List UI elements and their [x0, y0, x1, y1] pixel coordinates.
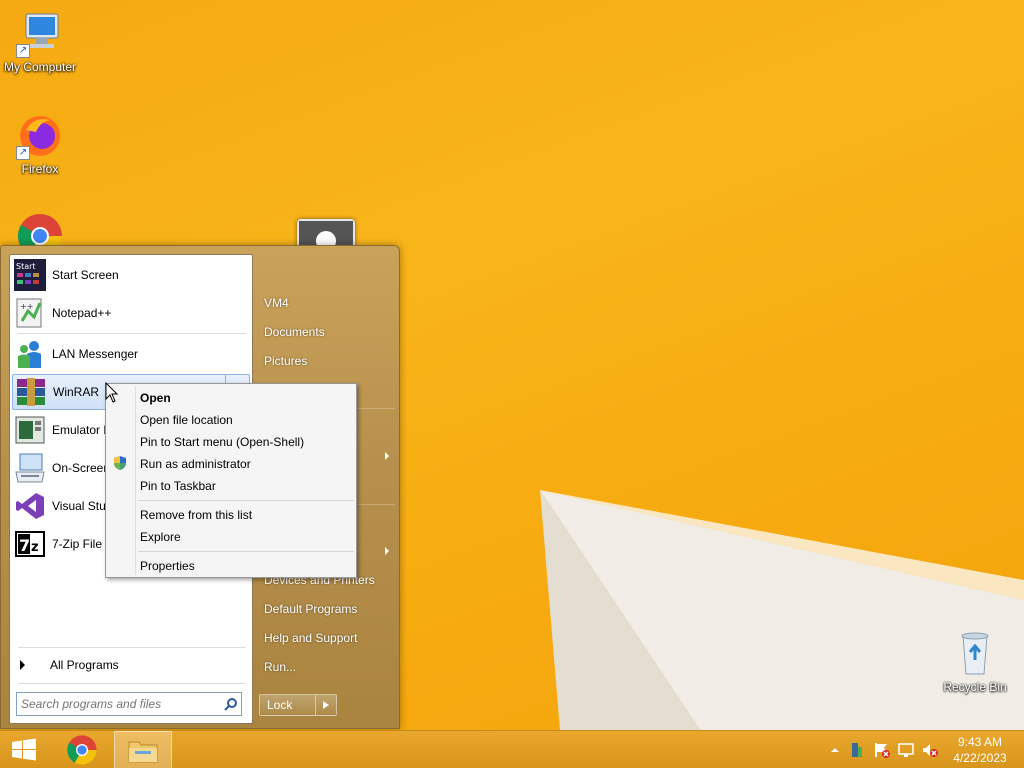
visual-studio-icon — [14, 490, 46, 522]
start-item-lan-messenger[interactable]: LAN Messenger — [12, 336, 250, 372]
shortcut-arrow-icon: ↗ — [16, 146, 30, 160]
ctx-pin-taskbar[interactable]: Pin to Taskbar — [140, 479, 216, 493]
chevron-up-icon — [831, 748, 839, 752]
show-hidden-icons[interactable] — [826, 741, 844, 759]
desktop-icon-recycle-bin[interactable]: Recycle Bin — [935, 630, 1015, 694]
lock-label: Lock — [267, 698, 293, 712]
start-item-label: WinRAR — [53, 385, 100, 399]
lan-messenger-icon — [14, 338, 46, 370]
windows-logo-icon — [12, 738, 36, 761]
svg-text:Start: Start — [16, 262, 36, 271]
firefox-icon: ↗ — [16, 112, 64, 160]
separator — [18, 683, 246, 684]
start-search-box[interactable] — [16, 692, 242, 716]
taskbar-file-explorer[interactable] — [114, 731, 172, 768]
desktop-icon-firefox[interactable]: ↗ Firefox — [0, 112, 80, 176]
taskbar-chrome[interactable] — [58, 731, 106, 768]
desktop-icon-label: My Computer — [3, 60, 77, 74]
start-screen-icon: Start — [14, 259, 46, 291]
separator — [138, 500, 354, 501]
display-icon[interactable] — [897, 741, 915, 759]
start-right-user[interactable]: VM4 — [264, 296, 289, 310]
start-right-default-programs[interactable]: Default Programs — [264, 602, 357, 616]
clock-time: 9:43 AM — [957, 735, 1003, 749]
taskbar-clock[interactable]: 9:43 AM 4/22/2023 — [950, 734, 1010, 766]
search-icon[interactable] — [221, 694, 241, 714]
computer-icon: ↗ — [16, 10, 64, 58]
start-item-notepadpp[interactable]: ++ Notepad++ — [12, 295, 250, 331]
start-right-run[interactable]: Run... — [264, 660, 296, 674]
start-right-help-support[interactable]: Help and Support — [264, 631, 357, 645]
start-item-start-screen[interactable]: Start Start Screen — [12, 257, 250, 293]
chevron-right-icon — [322, 701, 329, 709]
triangle-right-icon — [20, 660, 25, 670]
context-menu: Open Open file location Pin to Start men… — [105, 383, 357, 578]
all-programs-label: All Programs — [50, 658, 119, 672]
lock-button[interactable]: Lock — [259, 694, 337, 716]
desktop-icon-label: Firefox — [21, 162, 59, 176]
action-center-icon[interactable] — [873, 741, 891, 759]
volume-muted-icon[interactable] — [921, 741, 939, 759]
notepadpp-icon: ++ — [14, 297, 46, 329]
svg-text:7: 7 — [19, 536, 30, 555]
start-item-label: On-Screen — [52, 461, 111, 475]
submenu-arrow-icon[interactable] — [385, 452, 389, 460]
mouse-cursor-icon — [105, 382, 119, 403]
start-item-label: LAN Messenger — [52, 347, 139, 361]
start-right-documents[interactable]: Documents — [264, 325, 325, 339]
ctx-open[interactable]: Open — [140, 391, 171, 405]
desktop-icon-label: Recycle Bin — [943, 680, 1007, 694]
7zip-icon: 7 z — [14, 528, 46, 560]
svg-text:++: ++ — [20, 302, 33, 311]
separator — [18, 333, 246, 334]
start-item-label: Start Screen — [52, 268, 119, 282]
clock-date: 4/22/2023 — [953, 751, 1007, 765]
ctx-remove-from-list[interactable]: Remove from this list — [140, 508, 252, 522]
shortcut-arrow-icon: ↗ — [16, 44, 30, 58]
start-right-pictures[interactable]: Pictures — [264, 354, 307, 368]
ctx-open-file-location[interactable]: Open file location — [140, 413, 233, 427]
taskbar: 9:43 AM 4/22/2023 — [0, 730, 1024, 768]
chrome-icon — [67, 735, 97, 765]
winrar-icon — [15, 376, 47, 408]
power-options-arrow[interactable] — [314, 695, 336, 715]
submenu-arrow-icon[interactable] — [385, 547, 389, 555]
network-icon[interactable] — [848, 741, 866, 759]
start-item-label: Visual Stud — [52, 499, 113, 513]
start-item-label: Emulator B — [52, 423, 112, 437]
recycle-bin-icon — [951, 630, 999, 678]
start-item-label: Notepad++ — [52, 306, 112, 320]
file-explorer-icon — [128, 741, 158, 763]
svg-text:z: z — [31, 540, 39, 555]
all-programs-button[interactable]: All Programs — [18, 655, 246, 675]
ctx-properties[interactable]: Properties — [140, 559, 195, 573]
keyboard-icon — [14, 452, 46, 484]
ctx-pin-start-menu[interactable]: Pin to Start menu (Open-Shell) — [140, 435, 304, 449]
desktop-icon-my-computer[interactable]: ↗ My Computer — [0, 10, 80, 74]
emulator-icon — [14, 414, 46, 446]
start-button[interactable] — [4, 731, 44, 768]
separator — [18, 647, 246, 648]
separator — [138, 551, 354, 552]
search-input[interactable] — [17, 694, 221, 714]
ctx-explore[interactable]: Explore — [140, 530, 181, 544]
uac-shield-icon — [112, 455, 128, 471]
ctx-run-as-admin[interactable]: Run as administrator — [140, 457, 251, 471]
